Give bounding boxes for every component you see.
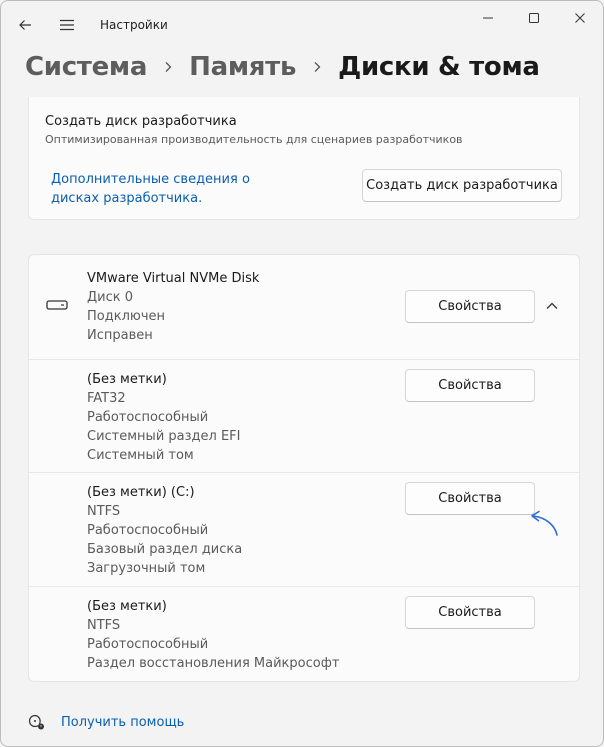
volume-status: Работоспособный [87, 410, 209, 425]
breadcrumb: Система Память Диски & тома [25, 47, 540, 87]
back-button[interactable] [11, 11, 39, 39]
page-title: Диски & тома [338, 52, 540, 82]
breadcrumb-storage[interactable]: Память [189, 52, 296, 82]
dev-drive-subtitle: Оптимизированная производительность для … [45, 133, 463, 146]
disk-properties-button[interactable]: Свойства [405, 290, 535, 323]
volume-label: (Без метки) [87, 599, 167, 614]
dev-drive-info-link[interactable]: Дополнительные сведения о дисках разрабо… [51, 170, 266, 208]
settings-window: Настройки Система Память Диски & тома Со… [0, 0, 604, 747]
disk-card: VMware Virtual NVMe Disk Диск 0 Подключе… [28, 254, 580, 682]
dev-drive-title: Создать диск разработчика [45, 114, 237, 129]
volume-role: Системный том [87, 448, 194, 463]
close-button[interactable] [557, 5, 603, 31]
volume-filesystem: NTFS [87, 504, 121, 519]
disk-number: Диск 0 [87, 290, 134, 305]
back-arrow-icon [19, 20, 31, 30]
get-help-link[interactable]: Получить помощь [61, 715, 184, 730]
volume-info: (Без метки) (C:) NTFS Работоспособный Ба… [87, 483, 242, 578]
create-dev-drive-button[interactable]: Создать диск разработчика [362, 169, 562, 202]
volume-row: (Без метки) NTFS Работоспособный Раздел … [29, 586, 579, 682]
pointer-arrow-icon [531, 510, 558, 536]
maximize-icon [529, 13, 539, 23]
help-chat-icon [28, 714, 44, 730]
volume-row: (Без метки) FAT32 Работоспособный Систем… [29, 359, 579, 473]
minimize-icon [483, 17, 493, 19]
volume-type: Раздел восстановления Майкрософт [87, 656, 340, 671]
volume-label: (Без метки) (C:) [87, 485, 195, 500]
volume-properties-button[interactable]: Свойства [405, 596, 535, 629]
title-bar: Настройки [1, 1, 603, 49]
chevron-right-icon [161, 60, 175, 74]
volume-filesystem: FAT32 [87, 391, 126, 406]
app-title: Настройки [100, 18, 168, 32]
volume-status: Работоспособный [87, 523, 209, 538]
volume-row: (Без метки) (C:) NTFS Работоспособный Ба… [29, 472, 579, 587]
breadcrumb-system[interactable]: Система [25, 52, 147, 82]
volume-label: (Без метки) [87, 372, 167, 387]
dev-drive-card: Создать диск разработчика Оптимизированн… [28, 97, 580, 220]
hamburger-icon [60, 19, 74, 31]
disk-health: Исправен [87, 328, 153, 343]
minimize-button[interactable] [465, 5, 511, 31]
volume-info: (Без метки) NTFS Работоспособный Раздел … [87, 597, 339, 673]
chevron-right-icon [310, 60, 324, 74]
volume-type: Базовый раздел диска [87, 542, 243, 557]
chevron-up-icon[interactable] [544, 298, 560, 314]
volume-role: Загрузочный том [87, 561, 206, 576]
menu-button[interactable] [53, 11, 81, 39]
disk-header-row[interactable]: VMware Virtual NVMe Disk Диск 0 Подключе… [29, 255, 579, 359]
volume-status: Работоспособный [87, 637, 209, 652]
volume-filesystem: NTFS [87, 618, 121, 633]
volume-info: (Без метки) FAT32 Работоспособный Систем… [87, 370, 240, 465]
volume-properties-button[interactable]: Свойства [405, 369, 535, 402]
volume-c-properties-button[interactable]: Свойства [405, 482, 535, 515]
disk-name: VMware Virtual NVMe Disk [87, 271, 260, 286]
drive-icon [46, 300, 68, 310]
disk-connection: Подключен [87, 309, 165, 324]
disk-info: VMware Virtual NVMe Disk Диск 0 Подключе… [87, 269, 259, 345]
get-help[interactable]: Получить помощь [27, 713, 184, 731]
volume-type: Системный раздел EFI [87, 429, 241, 444]
maximize-button[interactable] [511, 5, 557, 31]
close-icon [575, 13, 585, 23]
